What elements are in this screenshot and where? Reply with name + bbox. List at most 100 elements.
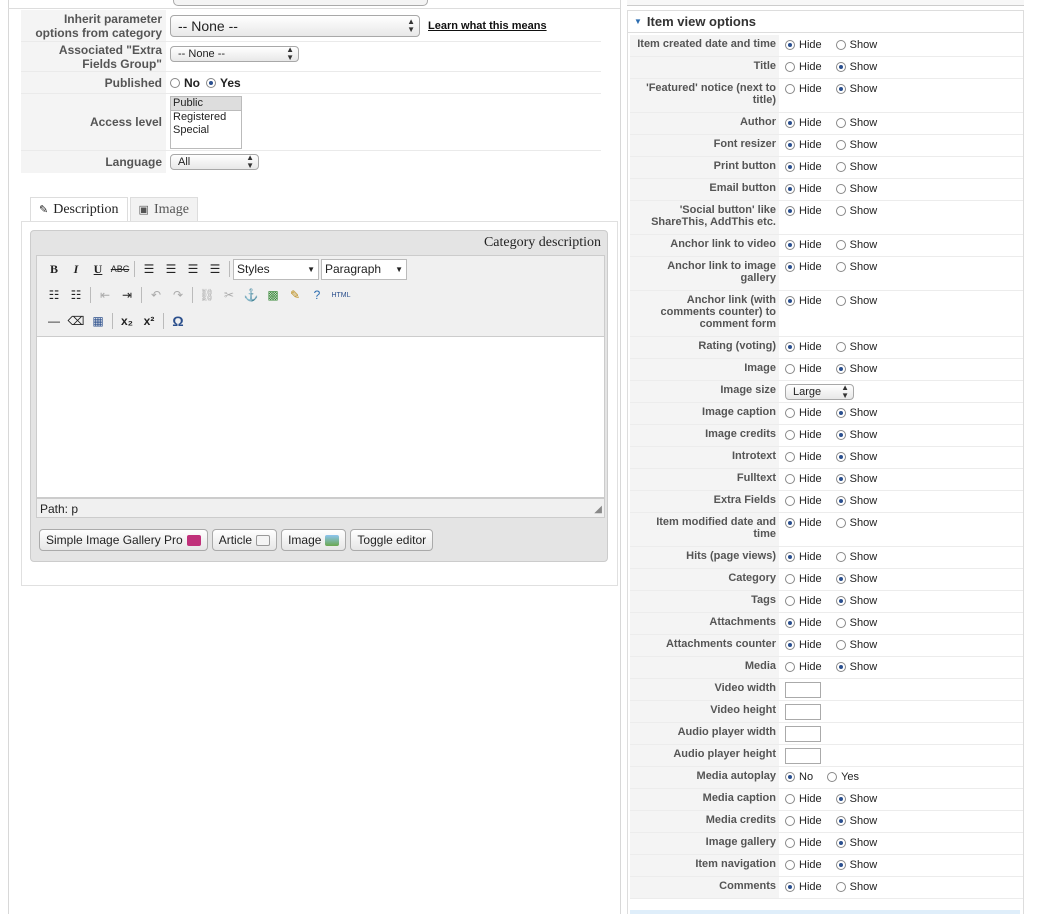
superscript-icon[interactable]: x² — [138, 311, 160, 331]
hide-radio[interactable] — [785, 794, 795, 804]
show-radio[interactable] — [835, 882, 846, 892]
hide-radio[interactable] — [785, 574, 795, 584]
remove-format-icon[interactable]: ⌫ — [65, 311, 87, 331]
hide-radio[interactable] — [785, 618, 795, 628]
align-justify-icon[interactable]: ☰ — [204, 259, 226, 279]
show-radio[interactable] — [835, 118, 846, 128]
show-radio[interactable] — [835, 474, 846, 484]
hide-radio[interactable] — [785, 518, 795, 528]
editor-content-area[interactable] — [36, 337, 605, 498]
anchor-icon[interactable]: ⚓ — [240, 285, 262, 305]
access-listbox[interactable]: Public Registered Special — [170, 96, 242, 149]
article-button[interactable]: Article — [211, 529, 278, 551]
special-char-icon[interactable]: Ω — [167, 311, 189, 331]
hide-radio[interactable] — [785, 240, 795, 250]
hide-radio[interactable] — [785, 296, 795, 306]
strikethrough-icon[interactable]: ABC — [109, 259, 131, 279]
tab-image[interactable]: ▣ Image — [129, 197, 198, 221]
hide-radio[interactable] — [785, 206, 795, 216]
hide-radio[interactable] — [785, 452, 795, 462]
show-radio[interactable] — [835, 640, 846, 650]
insert-image-icon[interactable]: ▩ — [262, 285, 284, 305]
show-radio[interactable] — [835, 452, 846, 462]
hide-radio[interactable] — [785, 262, 795, 272]
unlink-icon[interactable]: ✂ — [218, 285, 240, 305]
show-radio[interactable] — [835, 430, 846, 440]
show-radio[interactable] — [835, 84, 846, 94]
hide-radio[interactable] — [785, 184, 795, 194]
show-radio[interactable] — [835, 296, 846, 306]
text-input[interactable] — [785, 748, 821, 764]
hide-radio[interactable] — [785, 838, 795, 848]
partial-select[interactable] — [173, 0, 428, 6]
access-option-registered[interactable]: Registered — [171, 111, 241, 124]
show-radio[interactable] — [835, 240, 846, 250]
cleanup-icon[interactable]: ✎ — [284, 285, 306, 305]
text-input[interactable] — [785, 704, 821, 720]
hide-radio[interactable] — [785, 882, 795, 892]
show-radio[interactable] — [835, 838, 846, 848]
show-radio[interactable] — [835, 816, 846, 826]
show-radio[interactable] — [835, 342, 846, 352]
show-radio[interactable] — [835, 408, 846, 418]
show-radio[interactable] — [835, 496, 846, 506]
help-icon[interactable]: ? — [306, 285, 328, 305]
html-icon[interactable]: HTML — [328, 285, 354, 305]
inherit-select[interactable]: -- None -- ▲ ▼ — [170, 14, 420, 37]
show-radio[interactable] — [835, 596, 846, 606]
access-option-public[interactable]: Public — [171, 97, 241, 111]
hide-radio[interactable] — [785, 552, 795, 562]
bold-icon[interactable]: B — [43, 259, 65, 279]
indent-icon[interactable]: ⇥ — [116, 285, 138, 305]
yes-radio[interactable] — [827, 772, 838, 782]
hide-radio[interactable] — [785, 364, 795, 374]
hide-radio[interactable] — [785, 430, 795, 440]
hide-radio[interactable] — [785, 62, 795, 72]
hide-radio[interactable] — [785, 860, 795, 870]
image-size-select[interactable]: Large ▲ ▼ — [785, 384, 854, 400]
bullet-list-icon[interactable]: ☷ — [43, 285, 65, 305]
link-icon[interactable]: ⛓ — [196, 285, 218, 305]
no-radio[interactable] — [785, 772, 795, 782]
hide-radio[interactable] — [785, 640, 795, 650]
show-radio[interactable] — [835, 162, 846, 172]
show-radio[interactable] — [835, 518, 846, 528]
show-radio[interactable] — [835, 662, 846, 672]
resize-handle-icon[interactable]: ◢ — [594, 504, 602, 515]
hide-radio[interactable] — [785, 496, 795, 506]
text-input[interactable] — [785, 682, 821, 698]
hide-radio[interactable] — [785, 140, 795, 150]
access-option-special[interactable]: Special — [171, 124, 241, 137]
subscript-icon[interactable]: x₂ — [116, 311, 138, 331]
hide-radio[interactable] — [785, 118, 795, 128]
toggle-editor-button[interactable]: Toggle editor — [350, 529, 434, 551]
hide-radio[interactable] — [785, 596, 795, 606]
show-radio[interactable] — [835, 794, 846, 804]
show-radio[interactable] — [835, 206, 846, 216]
hide-radio[interactable] — [785, 662, 795, 672]
numbered-list-icon[interactable]: ☷ — [65, 285, 87, 305]
gallery-button[interactable]: Simple Image Gallery Pro — [39, 529, 208, 551]
underline-icon[interactable]: U — [87, 259, 109, 279]
align-left-icon[interactable]: ☰ — [138, 259, 160, 279]
show-radio[interactable] — [835, 364, 846, 374]
show-radio[interactable] — [835, 618, 846, 628]
show-radio[interactable] — [835, 40, 846, 50]
hide-radio[interactable] — [785, 408, 795, 418]
italic-icon[interactable]: I — [65, 259, 87, 279]
align-center-icon[interactable]: ☰ — [160, 259, 182, 279]
learn-link[interactable]: Learn what this means — [428, 20, 547, 32]
extra-fields-select[interactable]: -- None -- ▲ ▼ — [170, 46, 299, 62]
hide-radio[interactable] — [785, 162, 795, 172]
show-radio[interactable] — [835, 62, 846, 72]
styles-select[interactable]: Styles ▼ — [233, 258, 319, 280]
align-right-icon[interactable]: ☰ — [182, 259, 204, 279]
text-input[interactable] — [785, 726, 821, 742]
show-radio[interactable] — [835, 552, 846, 562]
redo-icon[interactable]: ↷ — [167, 285, 189, 305]
table-icon[interactable]: ▦ — [87, 311, 109, 331]
show-radio[interactable] — [835, 860, 846, 870]
language-select[interactable]: All ▲ ▼ — [170, 154, 259, 170]
hide-radio[interactable] — [785, 40, 795, 50]
hide-radio[interactable] — [785, 342, 795, 352]
